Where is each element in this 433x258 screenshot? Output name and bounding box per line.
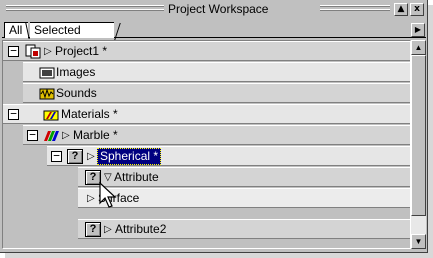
- tree-item-label: Materials *: [61, 107, 118, 121]
- tree-row-images[interactable]: Images: [23, 62, 410, 82]
- sound-icon: [39, 86, 55, 101]
- scroll-down-button[interactable]: ▼: [411, 234, 426, 249]
- triangle-right-icon: ▷: [87, 151, 95, 162]
- collapse-toggle[interactable]: −: [8, 45, 19, 57]
- title-bar[interactable]: Project Workspace ▲ x: [2, 2, 426, 18]
- project-icon: [25, 44, 41, 59]
- unknown-type-icon: ?: [67, 149, 83, 164]
- triangle-up-icon: ▲: [414, 43, 423, 52]
- marble-material-icon: [43, 128, 59, 143]
- triangle-right-icon: ▷: [62, 130, 70, 141]
- collapse-toggle[interactable]: −: [51, 150, 62, 162]
- triangle-down-icon: ▼: [414, 237, 423, 246]
- scroll-up-button[interactable]: ▲: [411, 40, 426, 55]
- triangle-right-icon: ▷: [44, 46, 52, 57]
- tree-item-label-selected: Spherical *: [97, 148, 162, 165]
- tab-bar: All Selected ▶: [2, 20, 426, 38]
- panel-shadow-bottom: [5, 253, 430, 258]
- tree-row-spherical[interactable]: − ? ▷ Spherical *: [47, 146, 410, 166]
- tree-row-attribute2[interactable]: ? ▷ Attribute2: [78, 219, 410, 239]
- collapse-toggle[interactable]: −: [8, 108, 19, 120]
- title-grip-left: [6, 5, 164, 14]
- tree-row-marble[interactable]: − ▷ Marble *: [23, 125, 410, 145]
- project-workspace-panel: Project Workspace ▲ x All Selected ▶ − ▷…: [0, 0, 428, 253]
- mouse-pointer-icon: [99, 181, 117, 208]
- tab-all[interactable]: All: [4, 22, 28, 38]
- panel-shadow-right: [428, 5, 433, 258]
- triangle-right-icon: ▶: [414, 25, 422, 34]
- tree-item-label: Attribute2: [115, 222, 167, 236]
- tree-row-attribute[interactable]: ? ▽ Attribute: [78, 167, 410, 187]
- tree-row-materials[interactable]: − Materials *: [3, 104, 410, 124]
- tree-row-sounds[interactable]: Sounds: [23, 83, 410, 103]
- window-title: Project Workspace: [168, 2, 269, 16]
- close-icon: x: [414, 4, 420, 14]
- collapse-toggle[interactable]: −: [27, 129, 38, 141]
- minimize-button[interactable]: ▲: [394, 3, 408, 16]
- vertical-scrollbar[interactable]: ▲ ▼: [411, 40, 426, 249]
- materials-icon: [43, 107, 59, 122]
- scroll-thumb[interactable]: [411, 55, 426, 216]
- tree-item-label: Marble *: [73, 128, 118, 142]
- tree-row-project1[interactable]: − ▷ Project1 *: [3, 41, 410, 61]
- tab-scroll-button[interactable]: ▶: [411, 23, 425, 37]
- image-folder-icon: [39, 65, 55, 80]
- tree-item-label: Images: [56, 65, 96, 79]
- minimize-icon: ▲: [397, 4, 405, 14]
- triangle-right-icon: ▷: [104, 224, 112, 235]
- close-button[interactable]: x: [410, 3, 424, 16]
- workspace-tree: − ▷ Project1 * Images Sounds − Materials…: [2, 40, 411, 249]
- tree-item-label: Sounds: [56, 86, 97, 100]
- triangle-right-icon: ▷: [87, 193, 95, 204]
- tree-item-label: Attribute: [114, 170, 159, 184]
- tab-selected[interactable]: Selected: [30, 22, 114, 38]
- unknown-type-icon: ?: [85, 222, 101, 237]
- tree-item-label: Project1 *: [55, 44, 108, 58]
- tree-row-surface[interactable]: ▷ Surface: [78, 188, 410, 208]
- title-grip-right: [320, 5, 390, 14]
